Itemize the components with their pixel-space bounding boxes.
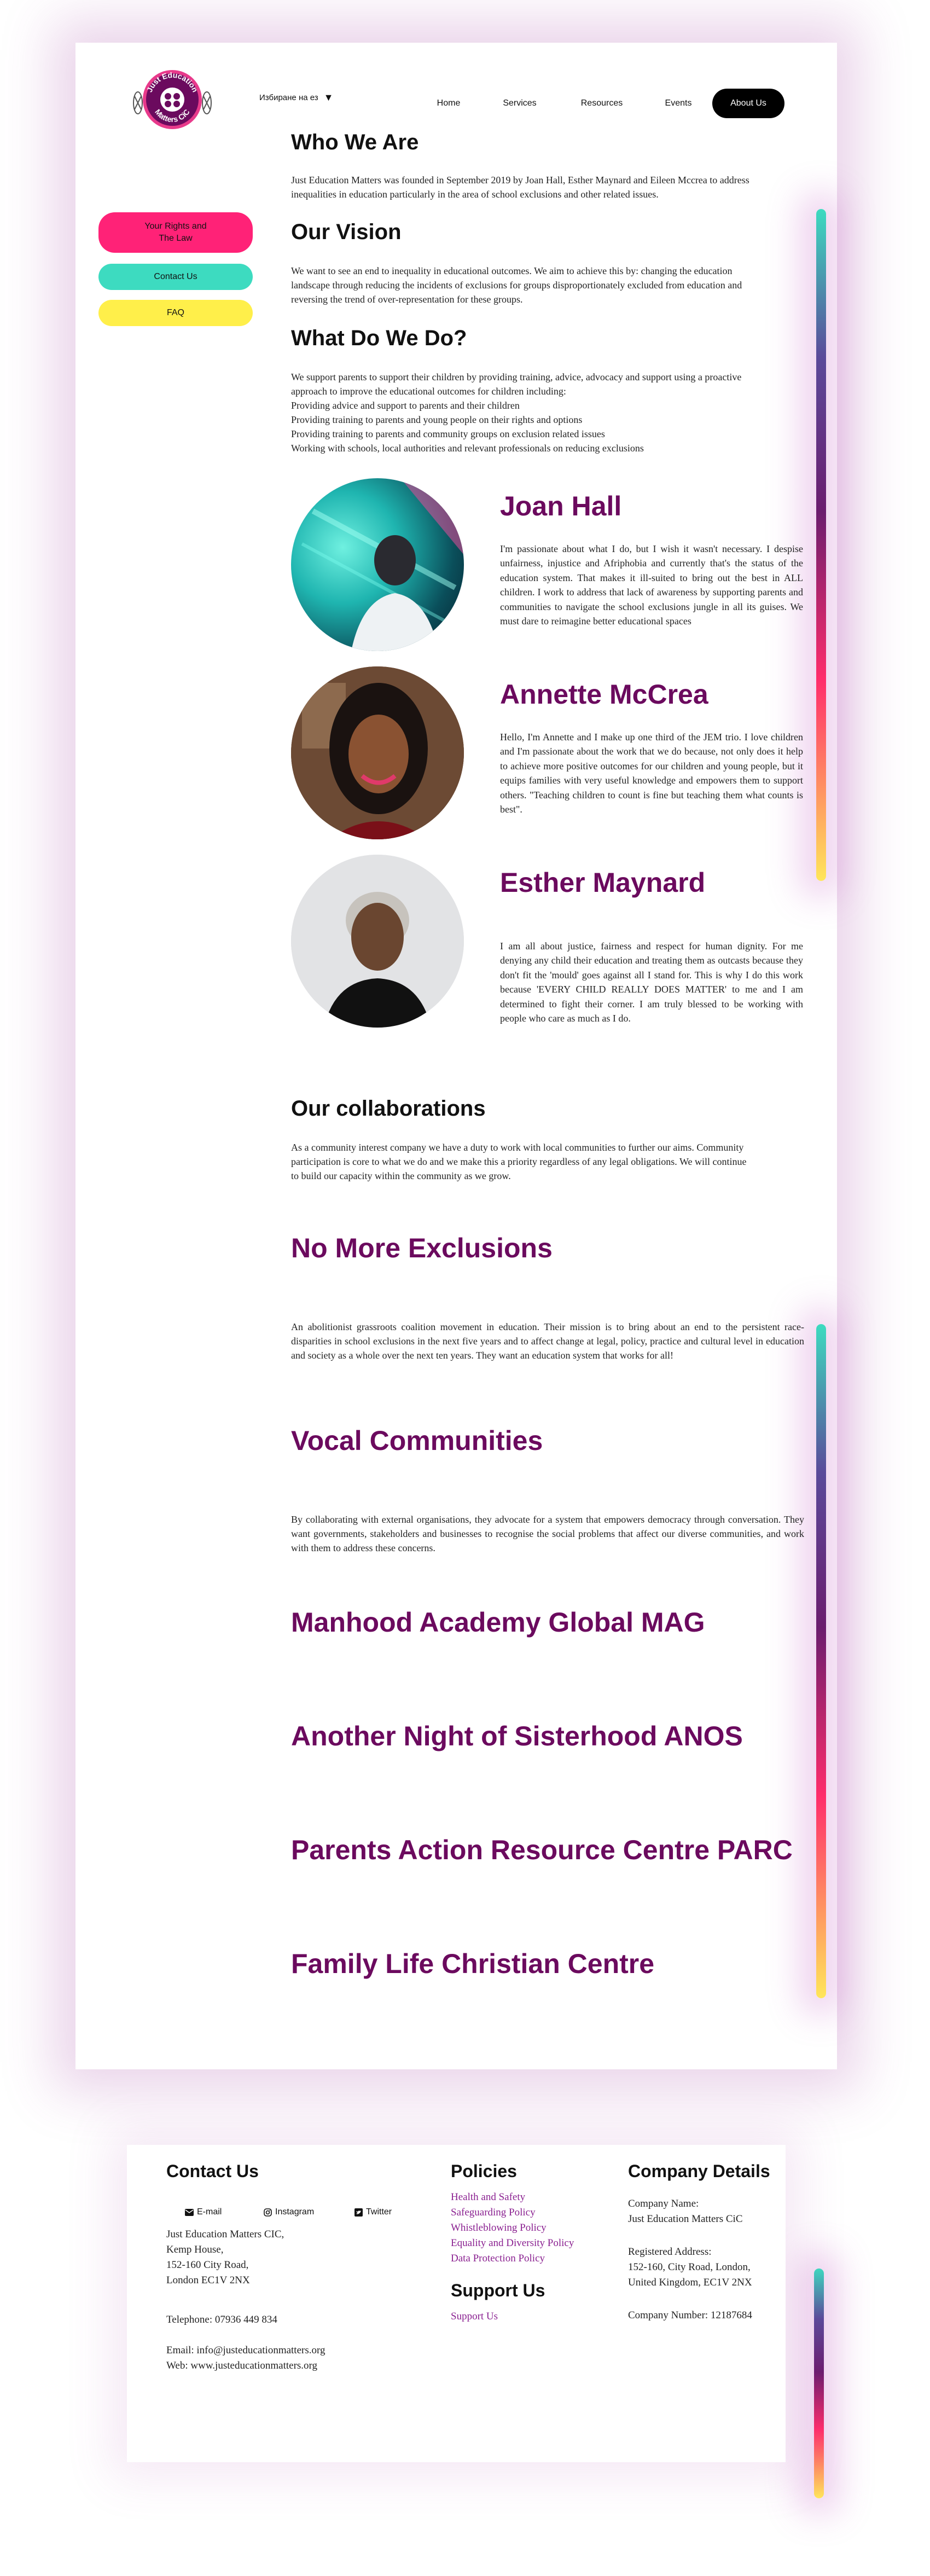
org-no-more-exclusions-desc: An abolitionist grassroots coalition mov… bbox=[291, 1321, 804, 1361]
collaborations-heading: Our collaborations bbox=[291, 1096, 486, 1121]
company-name-label: Company Name: bbox=[628, 2198, 699, 2209]
org-vocal-communities-desc: By collaborating with external organisat… bbox=[291, 1514, 804, 1553]
side-button-contact[interactable]: Contact Us bbox=[98, 264, 253, 290]
social-instagram-label: Instagram bbox=[275, 2207, 315, 2217]
annette-mccrea-photo bbox=[291, 666, 464, 839]
footer-email: Email: info@justeducationmatters.org bbox=[166, 2345, 326, 2356]
caret-down-icon: ▼ bbox=[323, 92, 334, 103]
social-twitter[interactable]: Twitter bbox=[354, 2207, 392, 2217]
who-we-are-heading: Who We Are bbox=[291, 130, 419, 154]
footer-policies-heading: Policies bbox=[451, 2161, 517, 2181]
what-we-do-text: We support parents to support their chil… bbox=[291, 372, 742, 454]
twitter-icon bbox=[354, 2208, 363, 2217]
envelope-icon bbox=[185, 2208, 194, 2216]
instagram-icon bbox=[264, 2208, 272, 2217]
person-bio-annette: Hello, I'm Annette and I make up one thi… bbox=[500, 732, 803, 815]
footer-support-heading: Support Us bbox=[451, 2281, 545, 2300]
person-bio-esther: I am all about justice, fairness and res… bbox=[500, 941, 803, 1024]
person-bio-joan: I'm passionate about what I do, but I wi… bbox=[500, 543, 803, 627]
joan-hall-photo bbox=[291, 478, 464, 651]
who-we-are-text: Just Education Matters was founded in Se… bbox=[291, 175, 749, 200]
org-sisterhood-anos: Another Night of Sisterhood ANOS bbox=[291, 1721, 743, 1751]
social-twitter-label: Twitter bbox=[366, 2207, 392, 2217]
nav-about-us[interactable]: About Us bbox=[712, 89, 784, 118]
language-selector[interactable]: Избиране на ез ▼ bbox=[259, 92, 333, 103]
nav-events[interactable]: Events bbox=[648, 89, 708, 118]
org-parc: Parents Action Resource Centre PARC bbox=[291, 1835, 793, 1865]
policy-link-data-protection[interactable]: Data Protection Policy bbox=[451, 2251, 545, 2266]
person-name-esther: Esther Maynard bbox=[500, 867, 706, 898]
org-family-life: Family Life Christian Centre bbox=[291, 1948, 655, 1979]
footer-contact-heading: Contact Us bbox=[166, 2161, 259, 2181]
person-name-annette: Annette McCrea bbox=[500, 679, 708, 710]
collaborations-text: As a community interest company we have … bbox=[291, 1142, 747, 1181]
social-email-label: E-mail bbox=[197, 2207, 222, 2217]
nav-services[interactable]: Services bbox=[487, 89, 553, 118]
logo[interactable]: Just Education Matters CiC bbox=[131, 69, 213, 130]
footer-company-heading: Company Details bbox=[628, 2161, 770, 2181]
social-instagram[interactable]: Instagram bbox=[264, 2207, 314, 2217]
policy-link-whistleblowing[interactable]: Whistleblowing Policy bbox=[451, 2220, 547, 2236]
language-label: Избиране на ез bbox=[259, 93, 318, 102]
company-number: Company Number: 12187684 bbox=[628, 2310, 752, 2321]
company-address-label: Registered Address: bbox=[628, 2246, 712, 2258]
esther-maynard-photo bbox=[291, 855, 464, 1028]
org-no-more-exclusions: No More Exclusions bbox=[291, 1233, 553, 1263]
footer-contact-address: Just Education Matters CIC, Kemp House, … bbox=[166, 2229, 284, 2286]
org-manhood-academy: Manhood Academy Global MAG bbox=[291, 1607, 705, 1638]
footer-telephone: Telephone: 07936 449 834 bbox=[166, 2314, 277, 2325]
social-email[interactable]: E-mail bbox=[185, 2207, 222, 2217]
decorative-gradient-bar bbox=[816, 1324, 826, 1998]
side-button-faq[interactable]: FAQ bbox=[98, 300, 253, 326]
policy-link-health-safety[interactable]: Health and Safety bbox=[451, 2190, 525, 2205]
decorative-gradient-bar bbox=[816, 209, 826, 881]
support-us-link[interactable]: Support Us bbox=[451, 2309, 498, 2324]
our-vision-text: We want to see an end to inequality in e… bbox=[291, 265, 742, 305]
footer-web: Web: www.justeducationmatters.org bbox=[166, 2360, 318, 2371]
nav-home[interactable]: Home bbox=[421, 89, 476, 118]
what-we-do-heading: What Do We Do? bbox=[291, 326, 467, 350]
side-button-rights[interactable]: Your Rights and The Law bbox=[98, 212, 253, 253]
org-vocal-communities: Vocal Communities bbox=[291, 1425, 543, 1456]
company-name: Just Education Matters CiC bbox=[628, 2213, 743, 2225]
decorative-gradient-bar bbox=[814, 2268, 824, 2498]
policy-link-safeguarding[interactable]: Safeguarding Policy bbox=[451, 2205, 536, 2220]
person-name-joan: Joan Hall bbox=[500, 491, 622, 521]
policy-link-equality[interactable]: Equality and Diversity Policy bbox=[451, 2236, 574, 2251]
nav-resources[interactable]: Resources bbox=[563, 89, 640, 118]
our-vision-heading: Our Vision bbox=[291, 220, 402, 244]
company-address: 152-160, City Road, London, United Kingd… bbox=[628, 2261, 752, 2288]
